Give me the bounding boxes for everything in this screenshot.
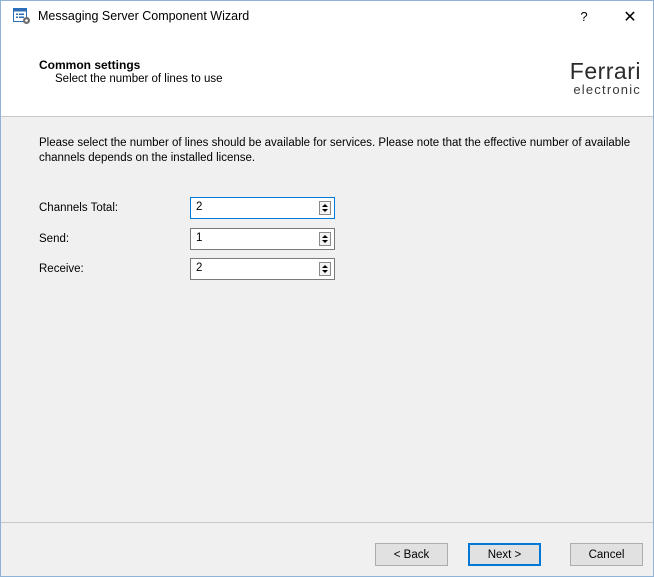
close-button[interactable]: ✕ (607, 1, 653, 32)
footer-divider (1, 522, 653, 523)
up-down-arrows-icon[interactable] (319, 201, 331, 215)
receive-label: Receive: (39, 263, 84, 275)
channels-total-label: Channels Total: (39, 202, 119, 214)
up-down-arrows-icon[interactable] (319, 262, 331, 276)
receive-value[interactable]: 2 (196, 262, 202, 274)
channels-total-spinner[interactable]: 2 (190, 197, 335, 219)
up-down-arrows-icon[interactable] (319, 232, 331, 246)
cancel-button[interactable]: Cancel (570, 543, 643, 566)
window-title: Messaging Server Component Wizard (38, 9, 250, 23)
wizard-app-icon (13, 8, 31, 25)
wizard-header: Common settings Select the number of lin… (1, 32, 653, 117)
wizard-window: Messaging Server Component Wizard ? ✕ Co… (0, 0, 654, 577)
send-value[interactable]: 1 (196, 232, 202, 244)
receive-spinner[interactable]: 2 (190, 258, 335, 280)
logo-tagline: electronic (573, 82, 641, 97)
page-subtitle: Select the number of lines to use (55, 73, 223, 85)
logo-wordmark: Ferrari (569, 58, 641, 84)
title-bar: Messaging Server Component Wizard ? ✕ (1, 1, 653, 32)
ferrari-electronic-logo: Ferrari electronic (537, 58, 645, 102)
send-spinner[interactable]: 1 (190, 228, 335, 250)
channels-total-value[interactable]: 2 (196, 201, 202, 213)
next-button[interactable]: Next > (468, 543, 541, 566)
intro-text: Please select the number of lines should… (39, 137, 631, 164)
back-button[interactable]: < Back (375, 543, 448, 566)
page-title: Common settings (39, 58, 141, 72)
help-button[interactable]: ? (569, 1, 599, 32)
send-label: Send: (39, 233, 70, 245)
